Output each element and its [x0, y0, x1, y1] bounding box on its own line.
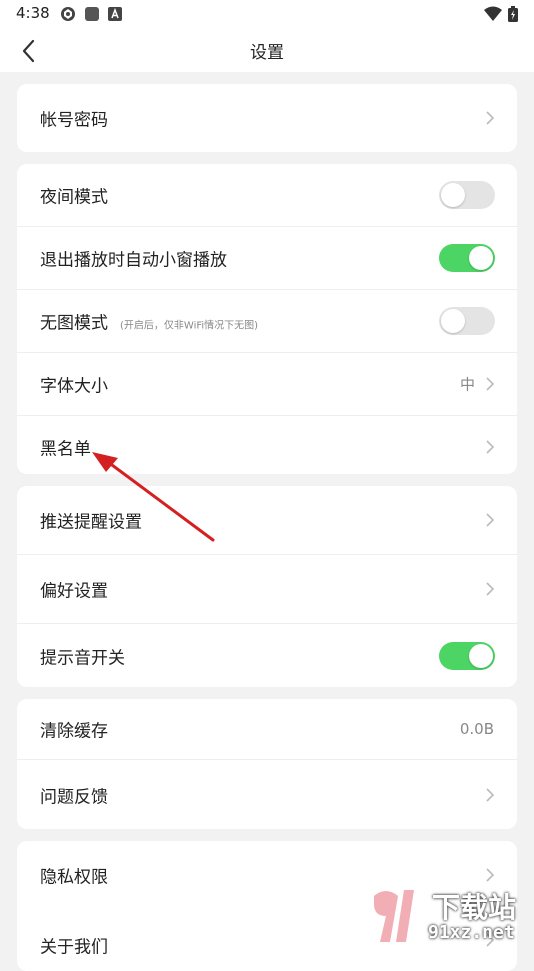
toggle-knob — [441, 309, 465, 333]
storage-card: 清除缓存 0.0B 问题反馈 — [17, 699, 517, 829]
row-preferences[interactable]: 偏好设置 — [17, 555, 517, 624]
font-size-value: 中 — [459, 375, 475, 394]
status-time: 4:38 — [16, 4, 50, 22]
watermark-text-top: 下载站 — [432, 891, 517, 924]
chevron-right-icon — [486, 513, 495, 527]
chevron-right-icon — [486, 787, 495, 802]
row-label: 黑名单 — [40, 439, 91, 460]
status-bar: 4:38 — [0, 0, 534, 28]
toggle-knob — [469, 246, 493, 270]
auto-mini-window-toggle[interactable] — [439, 244, 495, 272]
row-account-password[interactable]: 帐号密码 — [17, 84, 517, 152]
row-clear-cache[interactable]: 清除缓存 0.0B — [17, 699, 517, 760]
app-icon — [61, 7, 75, 21]
chevron-right-icon — [486, 582, 495, 596]
row-night-mode[interactable]: 夜间模式 — [17, 164, 517, 227]
row-label: 字体大小 — [40, 376, 108, 397]
a-icon — [108, 7, 122, 21]
row-label: 推送提醒设置 — [40, 512, 142, 533]
row-label: 隐私权限 — [40, 867, 108, 888]
app-icon — [85, 7, 99, 21]
row-label: 提示音开关 — [40, 648, 125, 668]
account-card: 帐号密码 — [17, 84, 517, 152]
cache-size-value: 0.0B — [459, 720, 494, 738]
chevron-right-icon — [486, 111, 495, 125]
row-label: 夜间模式 — [40, 187, 108, 208]
chevron-right-icon — [486, 868, 495, 882]
row-no-image-mode[interactable]: 无图模式 (开启后，仅非WiFi情况下无图) — [17, 290, 517, 353]
no-image-mode-label: 无图模式 — [40, 313, 108, 334]
notification-card: 推送提醒设置 偏好设置 提示音开关 — [17, 486, 517, 687]
row-label: 问题反馈 — [40, 787, 108, 807]
header: 设置 — [0, 28, 534, 72]
watermark-text-bottom: 91xz.net — [428, 922, 515, 943]
wifi-icon — [484, 6, 502, 21]
toggle-knob — [469, 643, 493, 668]
display-card: 夜间模式 退出播放时自动小窗播放 无图模式 (开启后，仅非WiFi情况下无图) 字… — [17, 164, 517, 474]
watermark: 下载站 91xz.net — [360, 882, 534, 950]
row-label: 清除缓存 — [40, 721, 108, 742]
page-title: 设置 — [250, 43, 284, 63]
row-push-settings[interactable]: 推送提醒设置 — [17, 486, 517, 555]
row-label: 关于我们 — [40, 937, 108, 958]
toggle-knob — [441, 183, 465, 207]
row-sound-toggle[interactable]: 提示音开关 — [17, 624, 517, 687]
row-label: 帐号密码 — [40, 110, 108, 131]
no-image-mode-hint: (开启后，仅非WiFi情况下无图) — [120, 320, 259, 332]
row-feedback[interactable]: 问题反馈 — [17, 760, 517, 829]
row-auto-mini-window[interactable]: 退出播放时自动小窗播放 — [17, 227, 517, 290]
row-font-size[interactable]: 字体大小 中 — [17, 353, 517, 416]
row-label: 无图模式 (开启后，仅非WiFi情况下无图) — [40, 309, 258, 334]
night-mode-toggle[interactable] — [439, 181, 495, 209]
watermark-logo-icon — [368, 888, 414, 942]
chevron-right-icon — [486, 377, 495, 391]
row-label: 偏好设置 — [40, 581, 108, 602]
sound-toggle[interactable] — [439, 641, 495, 670]
chevron-right-icon — [486, 440, 495, 454]
row-label: 退出播放时自动小窗播放 — [40, 250, 227, 271]
no-image-mode-toggle[interactable] — [439, 307, 495, 335]
battery-icon — [508, 6, 518, 22]
row-blacklist[interactable]: 黑名单 — [17, 416, 517, 474]
